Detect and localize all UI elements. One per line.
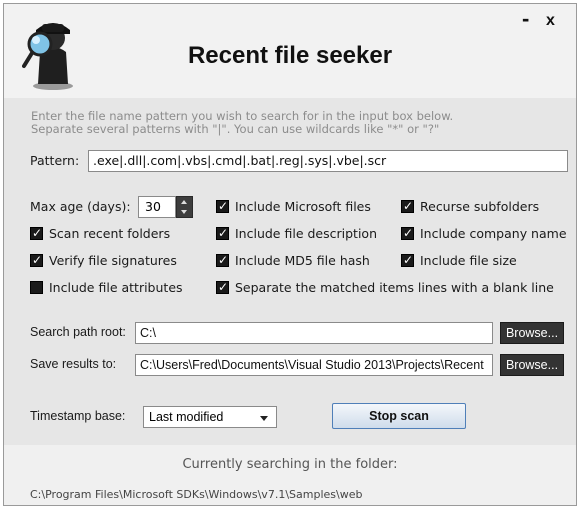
check-icon: ✓ xyxy=(218,280,229,294)
instructions: Enter the file name pattern you wish to … xyxy=(31,110,453,136)
checkbox[interactable] xyxy=(30,281,43,294)
search-path-input[interactable]: C:\ xyxy=(135,322,493,344)
checkbox[interactable]: ✓ xyxy=(401,226,414,240)
save-results-input[interactable]: C:\Users\Fred\Documents\Visual Studio 20… xyxy=(135,354,493,376)
minimize-button[interactable]: - xyxy=(522,6,529,32)
checkbox[interactable]: ✓ xyxy=(30,226,43,240)
save-results-label: Save results to: xyxy=(30,357,117,371)
timestamp-select[interactable]: Last modified xyxy=(143,406,277,428)
stop-scan-button[interactable]: Stop scan xyxy=(332,403,466,429)
check-icon: ✓ xyxy=(32,253,43,267)
app-window: Recent file seeker - x Enter the file na… xyxy=(3,3,577,506)
check-icon: ✓ xyxy=(218,199,229,213)
check-icon: ✓ xyxy=(218,253,229,267)
search-path-label: Search path root: xyxy=(30,325,126,339)
checkbox[interactable]: ✓ xyxy=(216,280,229,294)
check-icon: ✓ xyxy=(218,226,229,240)
close-button[interactable]: x xyxy=(546,12,555,30)
max-age-label: Max age (days): xyxy=(30,199,131,214)
status-current-folder: C:\Program Files\Microsoft SDKs\Windows\… xyxy=(30,488,363,501)
status-panel: Currently searching in the folder: C:\Pr… xyxy=(4,445,576,505)
pattern-label: Pattern: xyxy=(30,153,80,168)
chevron-down-icon[interactable] xyxy=(177,207,192,217)
timestamp-label: Timestamp base: xyxy=(30,409,126,423)
header: Recent file seeker - x xyxy=(4,4,576,98)
chevron-up-icon[interactable] xyxy=(177,197,192,207)
checkbox[interactable]: ✓ xyxy=(401,199,414,213)
search-path-browse-button[interactable]: Browse... xyxy=(500,322,564,344)
checkbox[interactable]: ✓ xyxy=(216,226,229,240)
status-title: Currently searching in the folder: xyxy=(182,457,398,472)
max-age-spinner xyxy=(176,196,193,218)
max-age-input[interactable]: 30 xyxy=(138,196,176,218)
instructions-line-2: Separate several patterns with "|". You … xyxy=(31,122,440,136)
chevron-down-icon xyxy=(260,416,268,421)
check-icon: ✓ xyxy=(403,226,414,240)
timestamp-selected-value: Last modified xyxy=(149,410,224,424)
save-results-browse-button[interactable]: Browse... xyxy=(500,354,564,376)
check-icon: ✓ xyxy=(32,226,43,240)
checkbox[interactable]: ✓ xyxy=(216,253,229,267)
check-icon: ✓ xyxy=(403,199,414,213)
checkbox[interactable]: ✓ xyxy=(30,253,43,267)
checkbox[interactable]: ✓ xyxy=(216,199,229,213)
app-title: Recent file seeker xyxy=(187,42,393,69)
checkbox[interactable]: ✓ xyxy=(401,253,414,267)
pattern-input[interactable]: .exe|.dll|.com|.vbs|.cmd|.bat|.reg|.sys|… xyxy=(88,150,568,172)
check-icon: ✓ xyxy=(403,253,414,267)
